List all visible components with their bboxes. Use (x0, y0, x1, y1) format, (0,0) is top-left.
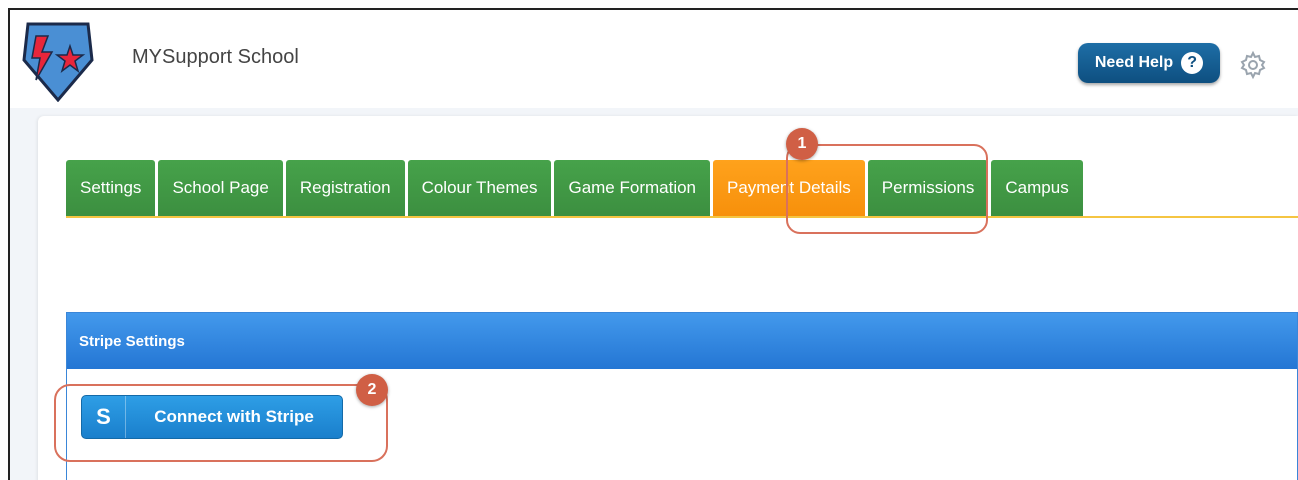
school-shield-logo-icon[interactable] (22, 22, 94, 102)
tab-campus[interactable]: Campus (991, 160, 1083, 216)
tab-school-page[interactable]: School Page (158, 160, 283, 216)
tab-colour-themes[interactable]: Colour Themes (407, 160, 552, 216)
gear-icon[interactable] (1238, 50, 1268, 80)
tab-settings[interactable]: Settings (66, 160, 156, 216)
tab-game-formation[interactable]: Game Formation (554, 160, 711, 216)
header-bar: MYSupport School Need Help ? (10, 10, 1298, 108)
need-help-label: Need Help (1094, 54, 1174, 71)
app-title: MYSupport School (132, 46, 299, 68)
need-help-button[interactable]: Need Help ? (1078, 43, 1220, 83)
app-window: MYSupport School Need Help ? Settings Sc… (8, 8, 1298, 480)
callout-highlight-payment-tab (786, 144, 988, 234)
settings-panel: Settings School Page Registration Colour… (38, 116, 1298, 480)
tab-underline (66, 216, 1298, 218)
tab-registration[interactable]: Registration (285, 160, 405, 216)
callout-highlight-stripe-button (54, 384, 388, 462)
stripe-settings-title: Stripe Settings (67, 313, 1297, 369)
callout-badge-2: 2 (356, 374, 388, 406)
callout-badge-1: 1 (786, 128, 818, 160)
question-circle-icon: ? (1181, 52, 1204, 74)
